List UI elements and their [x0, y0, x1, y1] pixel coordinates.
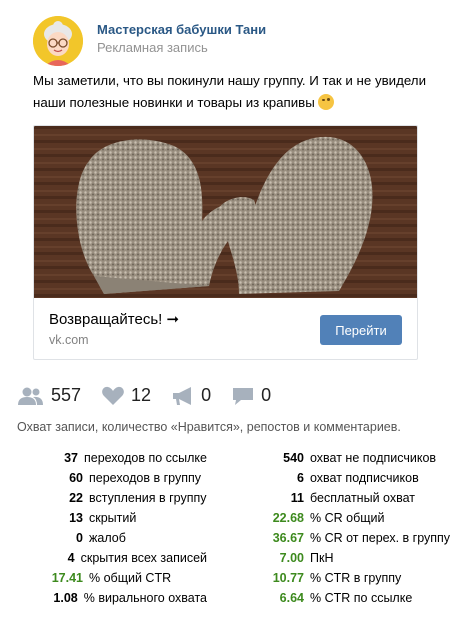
metric-label: ПкН [310, 551, 334, 565]
metric-label: % CTR по ссылке [310, 591, 413, 605]
metric-value: 10.77 [272, 571, 304, 585]
card-title[interactable]: Возвращайтесь! ➞ [49, 310, 179, 328]
metric-value: 4 [67, 551, 75, 565]
people-icon [18, 387, 43, 405]
metric-value: 1.08 [53, 591, 78, 605]
metric-label: охват подписчиков [310, 471, 419, 485]
metric-value: 540 [283, 451, 304, 465]
metric-value: 13 [69, 511, 83, 525]
comment-icon [233, 387, 254, 405]
metric-row: 36.67 % CR от перех. в группу [243, 528, 458, 548]
metric-value: 37 [64, 451, 78, 465]
metric-row: 17.41 % общий CTR [17, 568, 207, 588]
metric-row: 540 охват не подписчиков [243, 448, 458, 468]
repost-button[interactable]: 0 [171, 385, 211, 406]
grandma-avatar-icon [33, 16, 83, 66]
heart-icon [102, 386, 124, 405]
metric-row: 6.64 % CTR по ссылке [243, 588, 458, 608]
metric-row: 6 охват подписчиков [243, 468, 458, 488]
metric-label: % CR от перех. в группу [310, 531, 451, 545]
metric-row: 11 бесплатный охват [243, 488, 458, 508]
metric-label: переходов по ссылке [83, 451, 207, 465]
metric-row: 22.68 % CR общий [243, 508, 458, 528]
comment-button[interactable]: 0 [231, 385, 271, 406]
metric-row: 1.08 % вирального охвата [17, 588, 207, 608]
metric-row: 37 переходов по ссылке [17, 448, 207, 468]
like-count: 12 [131, 385, 152, 405]
card-domain: vk.com [49, 333, 89, 347]
stats-caption: Охват записи, количество «Нравится», реп… [17, 420, 401, 434]
repost-count: 0 [201, 385, 212, 405]
metric-label: охват не подписчиков [310, 451, 437, 465]
metric-value: 0 [76, 531, 83, 545]
metric-label: бесплатный охват [310, 491, 415, 505]
metric-value: 60 [69, 471, 83, 485]
metric-value: 17.41 [51, 571, 83, 585]
metric-label: скрытия всех записей [80, 551, 207, 565]
metric-label: скрытий [89, 511, 137, 525]
metric-value: 22 [69, 491, 83, 505]
metric-label: % вирального охвата [83, 591, 207, 605]
link-card[interactable]: Возвращайтесь! ➞ vk.com Перейти [33, 125, 418, 360]
comment-count: 0 [261, 385, 272, 405]
group-name-link[interactable]: Мастерская бабушки Тани [97, 21, 266, 39]
metric-value: 36.67 [272, 531, 304, 545]
post-text: Мы заметили, что вы покинули нашу группу… [33, 70, 433, 114]
metric-label: жалоб [89, 531, 126, 545]
metric-label: % CR общий [310, 511, 385, 525]
metric-label: переходов в группу [89, 471, 202, 485]
metric-label: % общий CTR [89, 571, 172, 585]
metric-value: 11 [290, 491, 304, 505]
metric-row: 7.00 ПкН [243, 548, 458, 568]
megaphone-icon [173, 386, 192, 405]
winking-face-icon [318, 94, 335, 110]
post-body: Мы заметили, что вы покинули нашу группу… [33, 73, 426, 110]
mittens-photo [34, 126, 417, 298]
metric-row: 0 жалоб [17, 528, 207, 548]
metric-row: 22 вступления в группу [17, 488, 207, 508]
metric-row: 13 скрытий [17, 508, 207, 528]
group-avatar[interactable] [33, 16, 83, 66]
post-stats-bar: 557 12 0 0 [17, 385, 291, 406]
metric-row: 10.77 % CTR в группу [243, 568, 458, 588]
metrics-right-column: 540 охват не подписчиков 6 охват подписчик… [243, 448, 458, 608]
metric-value: 7.00 [279, 551, 304, 565]
metric-label: % CTR в группу [310, 571, 402, 585]
like-button[interactable]: 12 [101, 385, 151, 406]
metrics-left-column: 37 переходов по ссылке 60 переходов в груп… [17, 448, 207, 608]
reach-stat[interactable]: 557 [17, 385, 81, 406]
reach-count: 557 [51, 385, 82, 405]
post-header: Мастерская бабушки Тани Рекламная запись [33, 16, 266, 66]
metric-value: 22.68 [272, 511, 304, 525]
metric-value: 6.64 [279, 591, 304, 605]
metric-row: 60 переходов в группу [17, 468, 207, 488]
metric-label: вступления в группу [89, 491, 207, 505]
go-button[interactable]: Перейти [320, 315, 402, 345]
ad-label: Рекламная запись [97, 40, 208, 55]
metric-row: 4 скрытия всех записей [17, 548, 207, 568]
metric-value: 6 [297, 471, 304, 485]
